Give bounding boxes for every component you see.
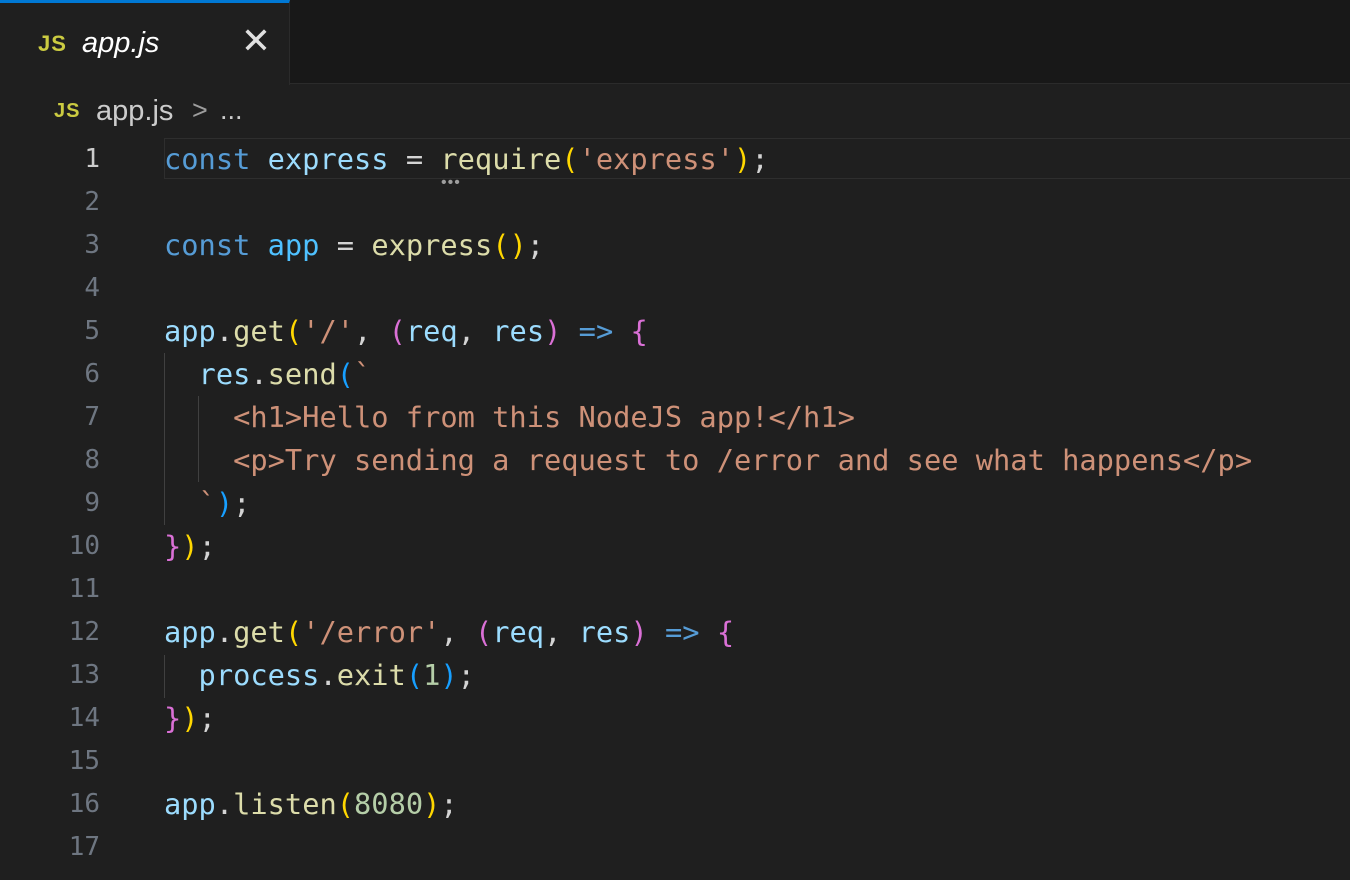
code-text: app.get('/error', (req, res) => { xyxy=(164,615,735,649)
code-text: `); xyxy=(198,486,251,520)
code-text: }); xyxy=(164,701,216,735)
code-text: app.get('/', (req, res) => { xyxy=(164,314,648,348)
line-number: 4 xyxy=(84,273,100,303)
line-number: 1 xyxy=(84,144,100,174)
javascript-file-icon: JS xyxy=(38,31,67,56)
code-line: 4 xyxy=(0,267,1350,310)
code-line: 2 xyxy=(0,181,1350,224)
line-number: 2 xyxy=(84,187,100,217)
code-text: <p>Try sending a request to /error and s… xyxy=(233,443,1253,477)
line-number: 5 xyxy=(84,316,100,346)
code-line: 11 xyxy=(0,568,1350,611)
line-number: 15 xyxy=(68,746,100,776)
code-text: const app = express(); xyxy=(164,228,545,262)
code-line: 1 const express = require('express'); xyxy=(0,138,1350,181)
code-text: res.send(` xyxy=(198,357,372,391)
line-number: 3 xyxy=(84,230,100,260)
code-line: 16 app.listen(8080); xyxy=(0,783,1350,826)
line-number: 13 xyxy=(68,660,100,690)
line-number: 16 xyxy=(68,789,100,819)
code-line: 7 <h1>Hello from this NodeJS app!</h1> xyxy=(0,396,1350,439)
code-line: 10 }); xyxy=(0,525,1350,568)
code-text: process.exit(1); xyxy=(198,658,475,692)
line-number: 11 xyxy=(68,574,100,604)
line-number: 9 xyxy=(84,488,100,518)
line-number: 7 xyxy=(84,402,100,432)
code-line: 14 }); xyxy=(0,697,1350,740)
breadcrumb-symbols[interactable]: ... xyxy=(220,95,243,126)
code-line: 9 `); xyxy=(0,482,1350,525)
line-number: 17 xyxy=(68,832,100,862)
code-text: const express = require('express'); xyxy=(164,142,769,176)
code-line: 17 xyxy=(0,826,1350,869)
chevron-right-icon: > xyxy=(192,95,208,125)
line-number: 10 xyxy=(68,531,100,561)
code-editor[interactable]: 1 const express = require('express'); 2 … xyxy=(0,138,1350,880)
code-line: 13 process.exit(1); xyxy=(0,654,1350,697)
code-line: 3 const app = express(); xyxy=(0,224,1350,267)
javascript-file-icon: JS xyxy=(54,100,81,122)
line-number: 14 xyxy=(68,703,100,733)
code-text: app.listen(8080); xyxy=(164,787,458,821)
breadcrumb-file[interactable]: app.js xyxy=(96,95,173,128)
tab-label: app.js xyxy=(82,27,160,59)
tab-bar: JS app.js ✕ xyxy=(0,0,1350,85)
tab-app-js[interactable]: JS app.js ✕ xyxy=(0,0,290,85)
code-line: 8 <p>Try sending a request to /error and… xyxy=(0,439,1350,482)
code-line: 15 xyxy=(0,740,1350,783)
code-line: 5 app.get('/', (req, res) => { xyxy=(0,310,1350,353)
code-line: 6 res.send(` xyxy=(0,353,1350,396)
line-number: 12 xyxy=(68,617,100,647)
code-text: <h1>Hello from this NodeJS app!</h1> xyxy=(233,400,855,434)
close-icon[interactable]: ✕ xyxy=(238,21,274,61)
code-line: 12 app.get('/error', (req, res) => { xyxy=(0,611,1350,654)
breadcrumb: JS app.js > ... xyxy=(0,88,1350,134)
code-text: }); xyxy=(164,529,216,563)
line-number: 8 xyxy=(84,445,100,475)
line-number: 6 xyxy=(84,359,100,389)
hint-dots-icon[interactable]: ••• xyxy=(441,174,461,192)
